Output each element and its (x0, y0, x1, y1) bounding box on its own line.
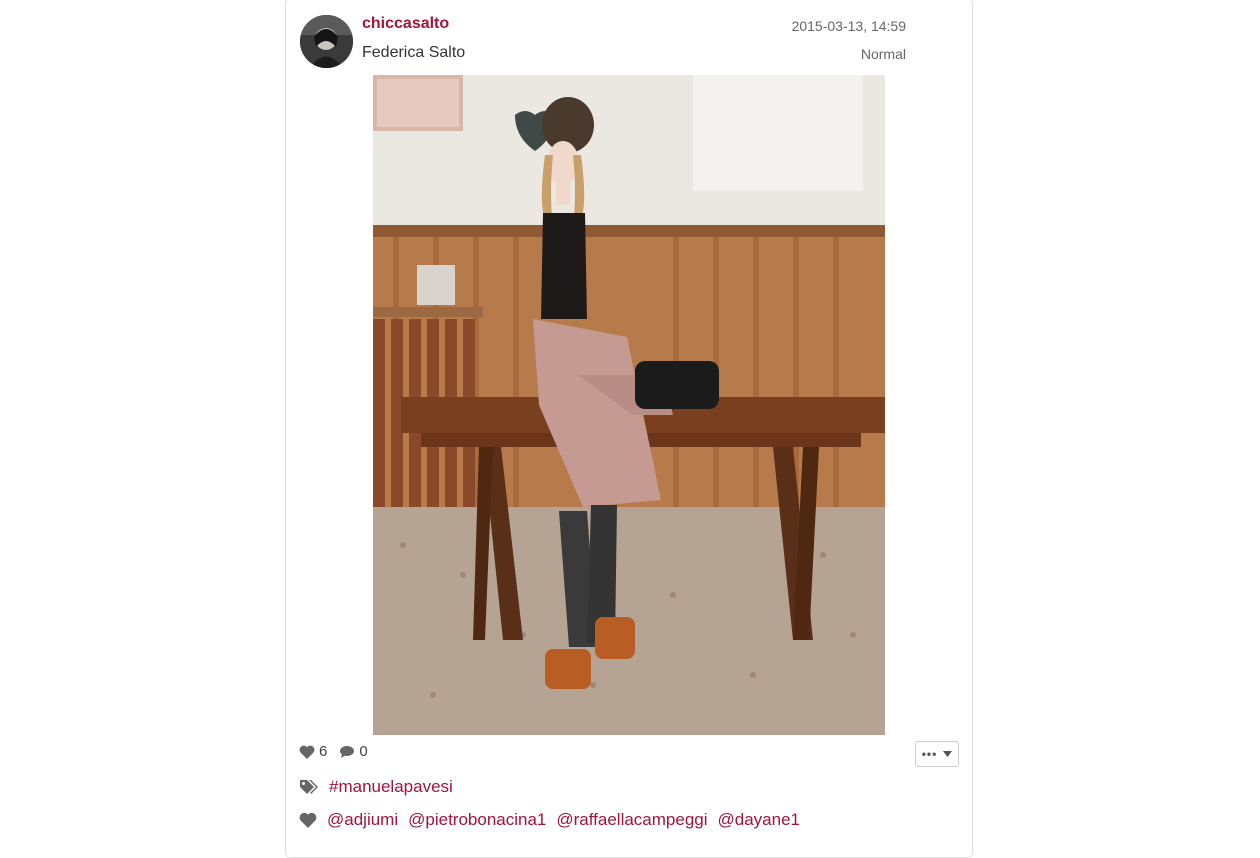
likes-count: 6 (319, 743, 328, 760)
tagged-user-link[interactable]: @raffaellacampeggi (556, 810, 707, 830)
more-options-button[interactable]: ••• (915, 741, 959, 767)
heart-icon (299, 745, 315, 759)
username-link[interactable]: chiccasalto (362, 15, 449, 33)
post-timestamp: 2015-03-13, 14:59 (791, 18, 906, 34)
hashtag-link[interactable]: #manuelapavesi (329, 777, 453, 797)
tagged-user-link[interactable]: @dayane1 (718, 810, 801, 830)
avatar[interactable] (300, 15, 353, 68)
comments-stat[interactable]: 0 (339, 743, 368, 760)
comments-count: 0 (359, 743, 368, 760)
post-photo[interactable] (373, 75, 885, 735)
post-card: chiccasalto Federica Salto 2015-03-13, 1… (285, 0, 973, 858)
comment-icon (340, 745, 355, 758)
post-stats: 6 0 (299, 743, 380, 760)
caret-down-icon (943, 751, 953, 757)
full-name: Federica Salto (362, 44, 466, 61)
filter-name: Normal (860, 46, 906, 62)
likes-stat[interactable]: 6 (299, 743, 327, 760)
ellipsis-icon: ••• (921, 747, 938, 761)
tagged-users-row: @adjiumi @pietrobonacina1 @raffaellacamp… (299, 810, 800, 830)
tagged-user-link[interactable]: @adjiumi (327, 810, 398, 830)
heart-icon (299, 812, 317, 828)
tagged-user-link[interactable]: @pietrobonacina1 (408, 810, 546, 830)
hashtags-row: #manuelapavesi (299, 777, 453, 797)
tags-icon (299, 779, 319, 795)
